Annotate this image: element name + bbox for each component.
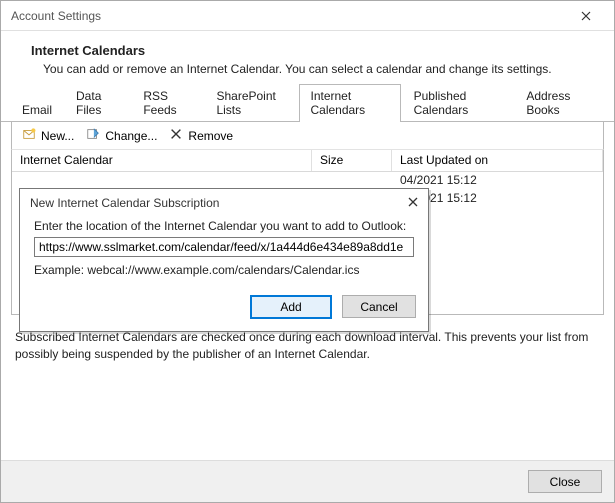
header-subtitle: You can add or remove an Internet Calend… bbox=[31, 62, 596, 76]
change-icon bbox=[86, 127, 100, 144]
new-label: New... bbox=[41, 129, 74, 143]
change-button[interactable]: Change... bbox=[86, 127, 157, 144]
tab-data-files[interactable]: Data Files bbox=[65, 84, 130, 121]
modal-titlebar: New Internet Calendar Subscription bbox=[20, 189, 428, 217]
new-button[interactable]: New... bbox=[22, 127, 74, 144]
tab-email[interactable]: Email bbox=[11, 98, 63, 121]
remove-button[interactable]: Remove bbox=[169, 127, 233, 144]
grid-header: Internet Calendar Size Last Updated on bbox=[12, 150, 603, 172]
window-title: Account Settings bbox=[11, 9, 101, 23]
col-header-name[interactable]: Internet Calendar bbox=[12, 150, 312, 171]
modal-example: Example: webcal://www.example.com/calend… bbox=[34, 263, 414, 277]
cancel-button[interactable]: Cancel bbox=[342, 295, 416, 318]
tab-internet-calendars[interactable]: Internet Calendars bbox=[299, 84, 400, 122]
modal-title: New Internet Calendar Subscription bbox=[30, 196, 219, 210]
tab-sharepoint-lists[interactable]: SharePoint Lists bbox=[205, 84, 297, 121]
remove-label: Remove bbox=[188, 129, 233, 143]
new-icon bbox=[22, 127, 36, 144]
header: Internet Calendars You can add or remove… bbox=[1, 31, 614, 86]
change-label: Change... bbox=[105, 129, 157, 143]
window-close-icon[interactable] bbox=[566, 2, 606, 30]
tab-address-books[interactable]: Address Books bbox=[515, 84, 602, 121]
new-calendar-modal: New Internet Calendar Subscription Enter… bbox=[19, 188, 429, 332]
add-button[interactable]: Add bbox=[250, 295, 332, 319]
footnote: Subscribed Internet Calendars are checke… bbox=[15, 329, 600, 364]
titlebar: Account Settings bbox=[1, 1, 614, 31]
tab-rss-feeds[interactable]: RSS Feeds bbox=[132, 84, 203, 121]
modal-close-icon[interactable] bbox=[408, 196, 418, 210]
account-settings-window: Account Settings Internet Calendars You … bbox=[0, 0, 615, 503]
bottom-bar: Close bbox=[1, 460, 614, 502]
calendar-url-input[interactable] bbox=[34, 237, 414, 257]
modal-actions: Add Cancel bbox=[20, 289, 428, 331]
tab-published-calendars[interactable]: Published Calendars bbox=[403, 84, 514, 121]
col-header-size[interactable]: Size bbox=[312, 150, 392, 171]
modal-prompt: Enter the location of the Internet Calen… bbox=[34, 219, 414, 233]
close-button[interactable]: Close bbox=[528, 470, 602, 493]
remove-icon bbox=[169, 127, 183, 144]
header-title: Internet Calendars bbox=[31, 43, 596, 58]
modal-body: Enter the location of the Internet Calen… bbox=[20, 217, 428, 289]
col-header-updated[interactable]: Last Updated on bbox=[392, 150, 603, 171]
toolbar: New... Change... Remove bbox=[11, 122, 604, 150]
tabs-row: Email Data Files RSS Feeds SharePoint Li… bbox=[1, 98, 614, 122]
